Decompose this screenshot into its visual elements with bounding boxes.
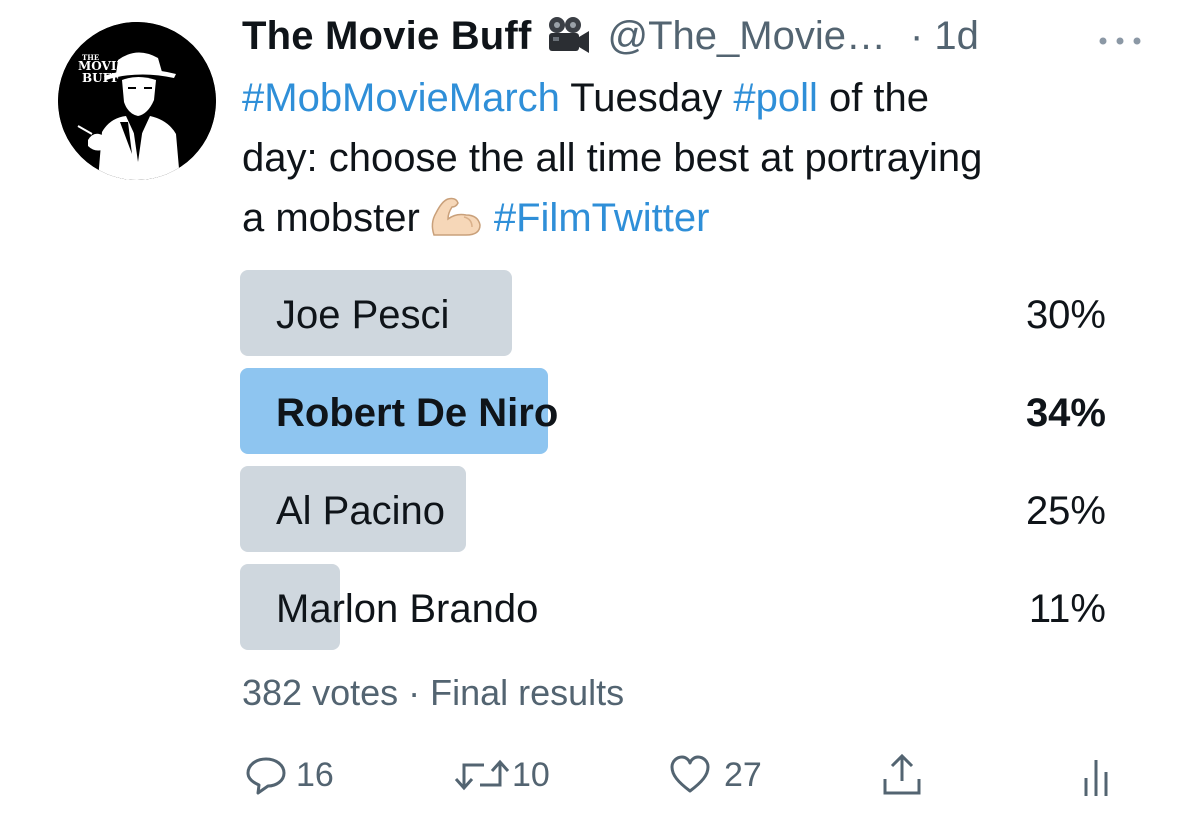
poll-option-label: Robert De Niro	[276, 391, 559, 435]
share-button[interactable]	[880, 740, 924, 810]
poll-option-percent: 25%	[1025, 489, 1106, 533]
poll-option: Marlon Brando 11%	[240, 564, 1106, 650]
poll-option-percent: 30%	[1025, 293, 1106, 337]
poll-option: Robert De Niro 34%	[240, 368, 1106, 454]
retweet-count: 10	[512, 755, 550, 794]
tweet-text-line: a mobster #FilmTwitter	[242, 188, 1142, 248]
tweet-text-segment: a mobster	[242, 196, 420, 240]
share-icon	[880, 751, 924, 799]
like-icon	[668, 753, 712, 797]
poll-option-percent: 34%	[1025, 391, 1106, 435]
movie-buff-logo: THE MOVIE BUFF	[58, 22, 216, 180]
reply-button[interactable]: 16	[244, 740, 334, 810]
like-count: 27	[724, 755, 762, 794]
tweet-header: The Movie Buff @The_Movie… · 1d	[242, 8, 979, 64]
poll-option: Al Pacino 25%	[240, 466, 1106, 552]
analytics-button[interactable]	[1082, 740, 1112, 810]
timestamp[interactable]: · 1d	[910, 14, 979, 59]
hashtag-link[interactable]: #poll	[733, 76, 818, 120]
logo-text-buff: BUFF	[82, 71, 120, 85]
movie-camera-icon	[543, 15, 591, 57]
analytics-icon	[1082, 752, 1112, 798]
poll-option-label: Marlon Brando	[276, 587, 539, 631]
reply-icon	[244, 753, 288, 797]
retweet-button[interactable]: 10	[452, 740, 550, 810]
tweet-text-segment: Tuesday	[559, 76, 734, 120]
tweet-text-line: #MobMovieMarch Tuesday #poll of the	[242, 68, 1142, 128]
tweet-text-segment: day: choose the all time best at portray…	[242, 136, 983, 180]
user-handle[interactable]: @The_Movie…	[607, 14, 885, 59]
poll-results-summary: 382 votes · Final results	[242, 672, 625, 713]
reply-count: 16	[296, 755, 334, 794]
tweet-text-line: day: choose the all time best at portray…	[242, 128, 1142, 188]
hashtag-link[interactable]: #MobMovieMarch	[242, 76, 560, 120]
tweet-text-segment: of the	[817, 76, 930, 120]
poll-option: Joe Pesci 30%	[240, 270, 1106, 356]
more-options-icon[interactable]	[1098, 33, 1142, 45]
flexed-biceps-icon	[426, 193, 484, 239]
poll-option-percent: 11%	[1028, 587, 1106, 631]
display-name[interactable]: The Movie Buff	[242, 14, 531, 59]
retweet-icon	[452, 753, 512, 797]
tweet-actions: 16 10 27	[0, 740, 1200, 810]
avatar[interactable]: THE MOVIE BUFF	[58, 22, 216, 180]
poll-option-label: Al Pacino	[276, 489, 445, 533]
poll: Joe Pesci 30% Robert De Niro 34% Al Pacino 25…	[240, 270, 1106, 662]
like-button[interactable]: 27	[668, 740, 762, 810]
hashtag-link[interactable]: #FilmTwitter	[494, 196, 710, 240]
tweet-text: #MobMovieMarch Tuesday #poll of the day: …	[242, 68, 1142, 248]
poll-option-label: Joe Pesci	[276, 293, 450, 337]
